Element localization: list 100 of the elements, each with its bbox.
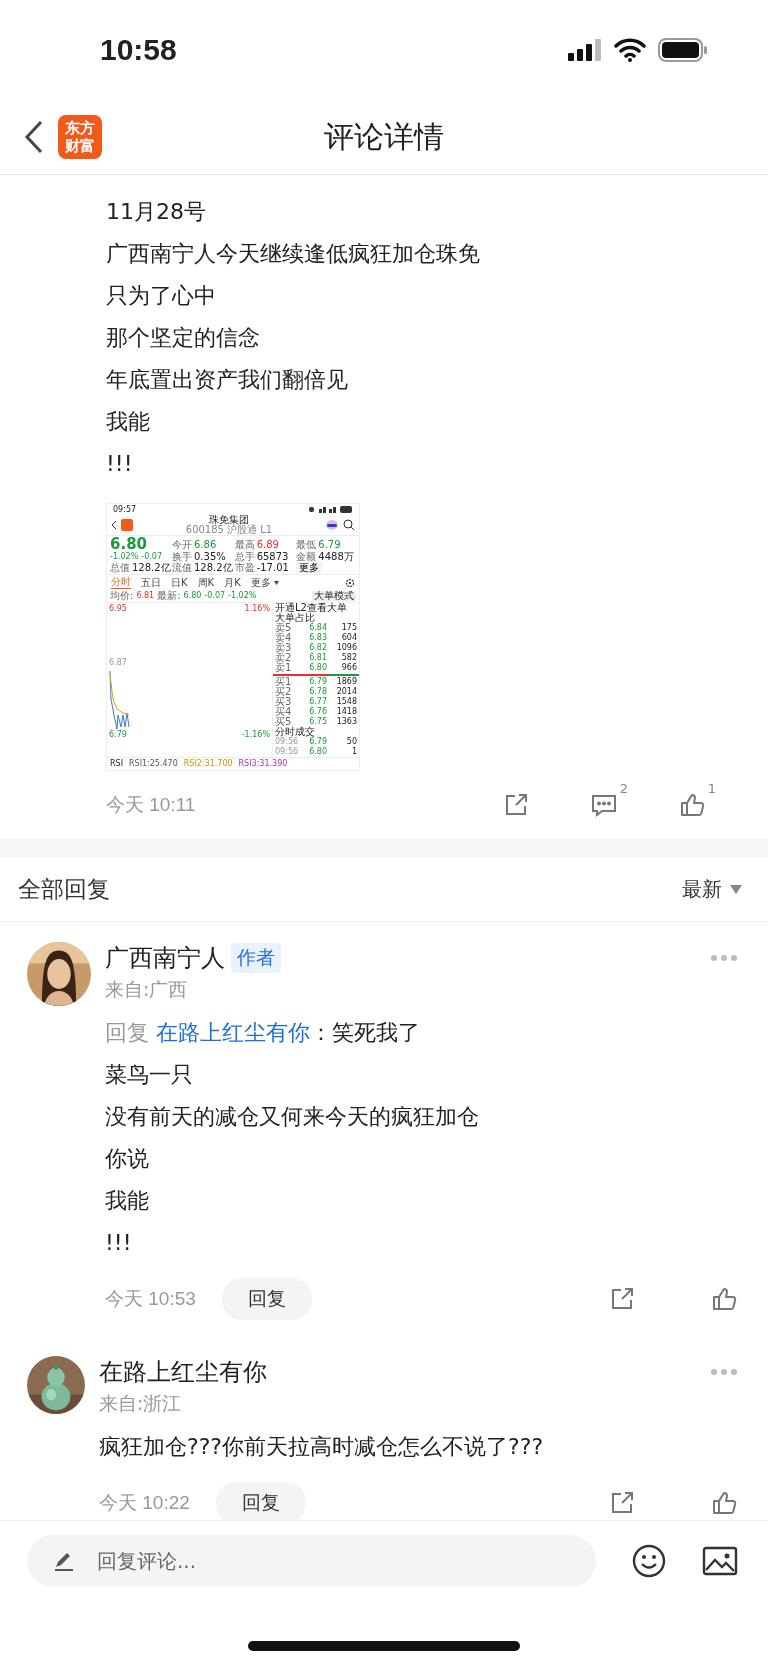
- chart-tab[interactable]: 月K: [224, 576, 241, 589]
- rsi-label: RSI2:31.700: [183, 759, 233, 769]
- reply-button[interactable]: 回复: [221, 1278, 312, 1320]
- caret-icon: [273, 580, 279, 585]
- book-label: 买5: [275, 717, 292, 727]
- rsi-label: RSI: [110, 759, 123, 769]
- book-label: 买3: [275, 697, 293, 707]
- caret-icon: [730, 884, 742, 894]
- mode-toggle: 大单模式: [312, 591, 356, 601]
- chart-tab[interactable]: 日K: [171, 576, 188, 589]
- emoji-icon[interactable]: [632, 1544, 666, 1578]
- post-text: 那个坚定的信念: [106, 324, 261, 352]
- stat-value: 65873: [256, 552, 289, 562]
- book-volume: 175: [340, 623, 357, 633]
- search-icon[interactable]: [343, 519, 355, 531]
- reply-button[interactable]: 回复: [215, 1482, 306, 1520]
- book-volume: 1363: [335, 717, 357, 727]
- ratio-label: 大单占比: [274, 613, 316, 623]
- reply-time: 今天 10:22: [99, 1491, 190, 1515]
- latest-label: 最新:: [157, 591, 181, 601]
- battery-icon: [658, 38, 708, 62]
- mascot-icon[interactable]: [325, 519, 339, 531]
- latest-price: 6.80: [183, 591, 202, 601]
- location-text: 来自:广西: [105, 977, 189, 1002]
- reply-text: 没有前天的减仓又何来今天的疯狂加仓: [105, 1103, 480, 1131]
- stat-label: 最低: [296, 539, 317, 550]
- book-volume: 966: [340, 663, 357, 673]
- latest-percent: -1.02%: [228, 591, 257, 601]
- stat-label: 市盈: [234, 562, 255, 573]
- post-text: 只为了心中: [106, 282, 217, 310]
- rsi-label: RSI1:25.470: [129, 759, 178, 769]
- stat-value: 6.86: [194, 539, 217, 550]
- trade-time: 09:56: [275, 747, 297, 757]
- settings-icon[interactable]: [345, 577, 355, 588]
- post-text: 广西南宁人今天继续逢低疯狂加仓珠免: [106, 240, 481, 268]
- book-volume: 1869: [335, 677, 357, 687]
- wifi-icon: [614, 38, 646, 62]
- back-icon[interactable]: [24, 120, 44, 154]
- book-label: 卖3: [275, 643, 293, 653]
- stock-price: 6.80: [110, 537, 147, 552]
- reply-input[interactable]: 回复评论...: [27, 1535, 596, 1587]
- status-time: 09:57: [113, 504, 137, 515]
- l2-link: 开通L2查看大单: [274, 603, 348, 613]
- book-volume: 1096: [335, 643, 357, 653]
- more-button[interactable]: 更多: [296, 562, 323, 573]
- book-label: 买1: [275, 677, 293, 687]
- signal-icon: [568, 39, 602, 61]
- pencil-icon: [53, 1550, 75, 1572]
- thumbs-up-icon[interactable]: [710, 1285, 738, 1313]
- trade-price: 6.80: [308, 747, 327, 757]
- reply-text: 你说: [105, 1145, 150, 1173]
- stat-label: 最高: [234, 539, 255, 550]
- stat-value: 6.89: [256, 539, 279, 550]
- book-volume: 582: [340, 653, 357, 663]
- post-text: !!!: [106, 450, 134, 478]
- chart-tab[interactable]: 周K: [197, 576, 215, 589]
- status-time: 10:58: [100, 33, 177, 67]
- rsi-label: RSI3:31.390: [238, 759, 288, 769]
- stat-label: 总值: [110, 562, 130, 573]
- reply-text: 我能: [105, 1187, 150, 1215]
- stock-code: 600185 沪股通 L1: [185, 525, 273, 535]
- book-price: 6.75: [308, 717, 327, 726]
- book-label: 卖2: [275, 653, 293, 663]
- stat-value: 4488万: [318, 552, 354, 562]
- post-text: 我能: [106, 408, 151, 436]
- sort-dropdown[interactable]: 最新: [682, 875, 742, 903]
- stock-screenshot[interactable]: [106, 503, 360, 771]
- reply-time: 今天 10:53: [105, 1287, 196, 1311]
- thumbs-up-icon[interactable]: [678, 791, 706, 819]
- book-label: 买2: [275, 687, 293, 697]
- trade-volume: 50: [345, 737, 357, 747]
- post-text: 11月28号: [106, 198, 207, 226]
- status-icons-drawing: [309, 506, 353, 513]
- back-icon[interactable]: [111, 520, 117, 530]
- axis-label: 6.87: [109, 658, 128, 668]
- chart-tab[interactable]: 五日: [141, 576, 161, 589]
- chart-tab[interactable]: 分时: [111, 576, 131, 589]
- book-price: 6.81: [308, 653, 327, 663]
- book-label: 卖5: [275, 623, 293, 633]
- book-price: 6.76: [308, 707, 327, 717]
- chart-tab[interactable]: 更多: [250, 576, 271, 589]
- section-title: 全部回复: [18, 874, 110, 904]
- book-label: 卖1: [275, 663, 293, 673]
- reply-text: !!!: [105, 1229, 133, 1257]
- stat-value: 128.2亿: [194, 562, 233, 573]
- stat-value: 6.79: [318, 539, 341, 550]
- reply-text: 疯狂加仓???你前天拉高时减仓怎么不说了???: [99, 1433, 545, 1461]
- stat-value: 0.35%: [194, 552, 226, 562]
- stat-label: 总手: [234, 552, 255, 562]
- trade-time: 09:56: [275, 737, 297, 747]
- avg-price: 6.81: [136, 591, 155, 601]
- change-value: -0.07: [141, 552, 162, 562]
- book-volume: 604: [340, 633, 357, 643]
- book-price: 6.83: [308, 633, 327, 643]
- mention-link[interactable]: 在路上红尘有你: [156, 1020, 310, 1045]
- axis-label: -1.16%: [241, 730, 270, 740]
- image-icon[interactable]: [702, 1546, 738, 1576]
- thumbs-up-icon[interactable]: [710, 1489, 738, 1517]
- book-volume: 1548: [335, 697, 357, 707]
- latest-change: -0.07: [204, 591, 226, 601]
